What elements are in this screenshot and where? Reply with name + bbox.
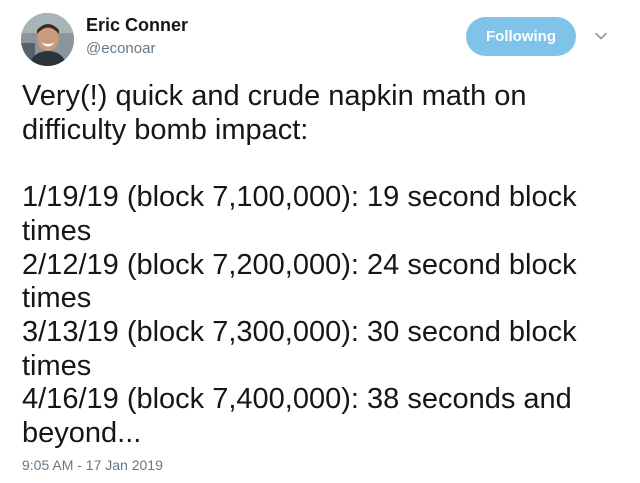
tweet-line: times — [22, 282, 92, 315]
tweet-timestamp[interactable]: 9:05 AM - 17 Jan 2019 — [22, 457, 163, 473]
display-name[interactable]: Eric Conner — [86, 15, 188, 36]
chevron-down-icon[interactable] — [593, 28, 609, 44]
tweet-line: times — [22, 349, 92, 382]
tweet-line: 3/13/19 (block 7,300,000): 30 second blo… — [22, 315, 577, 348]
tweet-line: difficulty bomb impact: — [22, 113, 309, 146]
following-button[interactable]: Following — [466, 17, 576, 56]
tweet-line: Very(!) quick and crude napkin math on — [22, 80, 527, 112]
tweet-line: times — [22, 214, 92, 247]
tweet-card: Eric Conner @econoar Following Very(!) q… — [0, 0, 640, 483]
tweet-line: 1/19/19 (block 7,100,000): 19 second blo… — [22, 181, 577, 214]
avatar[interactable] — [21, 13, 74, 66]
tweet-line: 2/12/19 (block 7,200,000): 24 second blo… — [22, 248, 577, 281]
user-handle[interactable]: @econoar — [86, 40, 155, 57]
tweet-line: beyond... — [22, 417, 142, 450]
tweet-text: Very(!) quick and crude napkin math on d… — [22, 80, 622, 451]
tweet-line: 4/16/19 (block 7,400,000): 38 seconds an… — [22, 383, 572, 416]
user-avatar-icon — [21, 13, 74, 66]
